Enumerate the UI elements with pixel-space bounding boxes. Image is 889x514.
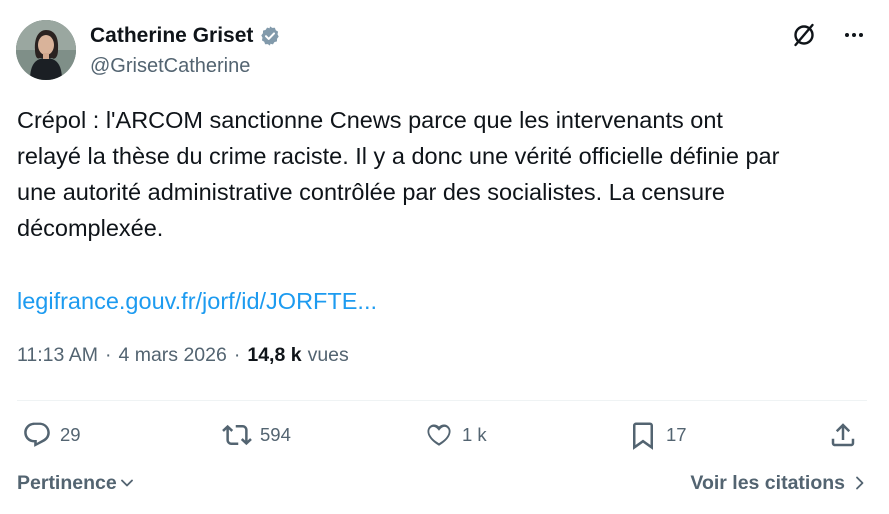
like-count: 1 k [462,424,487,445]
tweet-date[interactable]: 4 mars 2026 [118,344,226,367]
avatar[interactable] [16,20,76,80]
author-name-row: Catherine Griset [90,24,281,48]
more-options-icon[interactable] [841,22,867,48]
grok-icon[interactable] [791,22,817,48]
sort-label: Pertinence [17,471,117,494]
reply-icon [24,422,50,447]
tweet-meta: 11:13 AM · 4 mars 2026 · 14,8 k vues [17,344,349,367]
share-icon [831,423,855,447]
views-label: vues [307,344,349,366]
retweet-button[interactable]: 594 [222,420,291,450]
tweet-footer: Pertinence Voir les citations [17,470,867,496]
view-quotes-label: Voir les citations [690,471,845,494]
tweet-action-bar: 29 594 1 k 17 [22,420,859,454]
bookmark-button[interactable]: 17 [628,420,687,450]
like-button[interactable]: 1 k [424,420,487,450]
meta-separator: · [233,344,241,366]
reply-button[interactable]: 29 [22,420,81,450]
divider [17,400,867,401]
sort-dropdown[interactable]: Pertinence [17,472,135,495]
views-count[interactable]: 14,8 k [247,344,301,367]
retweet-icon [222,424,252,446]
retweet-count: 594 [260,424,291,445]
reply-count: 29 [60,424,81,445]
author-display-name[interactable]: Catherine Griset [90,24,253,48]
chevron-down-icon [120,479,133,487]
tweet-top-actions [791,22,867,48]
author-handle[interactable]: @GrisetCatherine [90,55,250,78]
profile-photo [16,20,76,80]
heart-icon [427,424,451,446]
tweet-time[interactable]: 11:13 AM [17,344,98,367]
view-quotes-link[interactable]: Voir les citations [690,472,867,495]
bookmark-count: 17 [666,424,687,445]
chevron-right-icon [856,476,864,490]
tweet-link[interactable]: legifrance.gouv.fr/jorf/id/JORFTE... [17,283,377,319]
bookmark-icon [633,422,653,450]
share-button[interactable] [828,420,858,450]
verified-badge-icon [261,26,280,46]
meta-separator: · [104,344,112,366]
tweet-text: Crépol : l'ARCOM sanctionne Cnews parce … [17,107,780,241]
